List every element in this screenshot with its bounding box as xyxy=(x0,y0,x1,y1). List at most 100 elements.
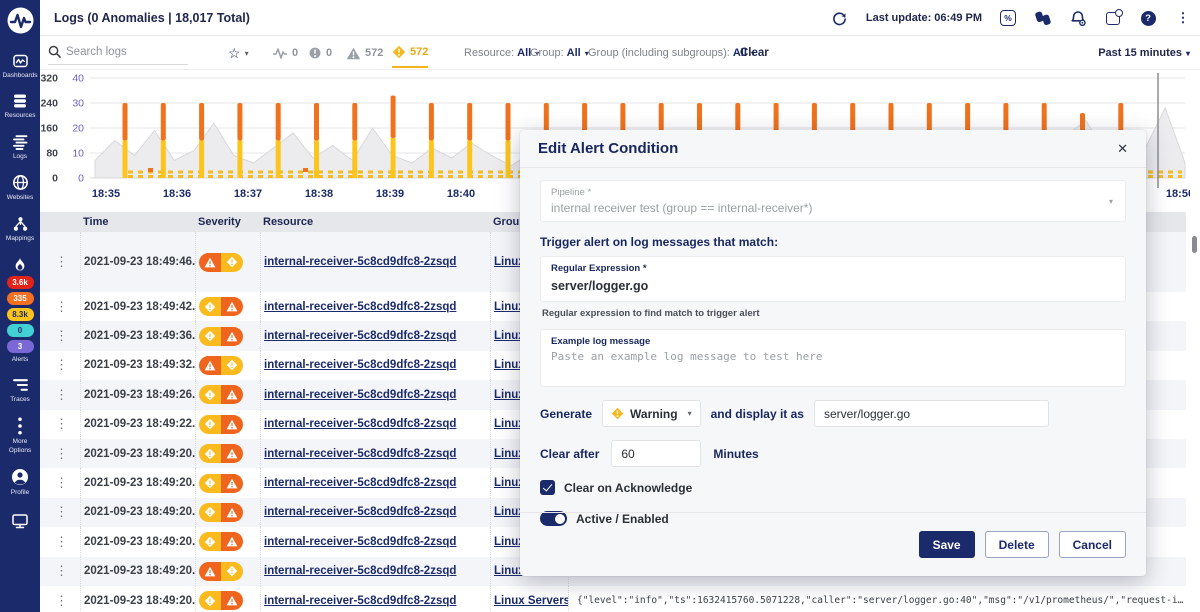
cancel-button[interactable]: Cancel xyxy=(1059,531,1126,558)
log-time: 2021-09-23 18:49:22.706 xyxy=(80,410,195,439)
resource-link[interactable]: internal-receiver-5c8cd9dfc8-2zsqd xyxy=(264,301,456,313)
resource-link[interactable]: internal-receiver-5c8cd9dfc8-2zsqd xyxy=(264,536,456,548)
refresh-icon[interactable] xyxy=(831,9,849,27)
critical-filter[interactable]: 572 xyxy=(346,36,383,70)
websites-icon xyxy=(12,174,29,191)
resource-link[interactable]: internal-receiver-5c8cd9dfc8-2zsqd xyxy=(264,477,456,489)
display-as-input[interactable] xyxy=(814,400,1049,427)
subgroup-filter-dropdown[interactable]: Group (including subgroups): All ▾ xyxy=(588,36,755,70)
alert-badge[interactable]: 3 xyxy=(7,340,34,353)
resource-filter-dropdown[interactable]: Resource: All ▾ xyxy=(464,36,539,70)
svg-text:20: 20 xyxy=(72,123,84,135)
trigger-section-label: Trigger alert on log messages that match… xyxy=(540,235,1126,249)
row-menu-icon[interactable]: ⋮ xyxy=(40,380,80,409)
training-icon[interactable] xyxy=(1034,9,1052,27)
resource-link[interactable]: internal-receiver-5c8cd9dfc8-2zsqd xyxy=(264,448,456,460)
resource-link[interactable]: internal-receiver-5c8cd9dfc8-2zsqd xyxy=(264,389,456,401)
dashboards-icon xyxy=(12,53,29,69)
row-menu-icon[interactable]: ⋮ xyxy=(40,527,80,556)
resource-link[interactable]: internal-receiver-5c8cd9dfc8-2zsqd xyxy=(264,506,456,518)
logicmonitor-logo[interactable] xyxy=(0,0,40,40)
severity-badge xyxy=(195,439,260,468)
alert-badge[interactable]: 8.3k xyxy=(7,308,34,321)
severity-badge xyxy=(195,557,260,586)
group-filter-dropdown[interactable]: Group: All ▾ xyxy=(530,36,589,70)
vertical-scrollbar-thumb[interactable] xyxy=(1192,236,1197,253)
severity-badge xyxy=(195,586,260,612)
row-menu-icon[interactable]: ⋮ xyxy=(40,498,80,527)
groups-link[interactable]: Linux Servers, internal-r... xyxy=(494,595,568,607)
edit-alert-condition-modal: Edit Alert Condition ✕ Pipeline * intern… xyxy=(520,130,1146,576)
sidebar-item-logs[interactable]: Logs xyxy=(0,134,40,161)
svg-text:80: 80 xyxy=(46,148,58,160)
sidebar-item-websites[interactable]: Websites xyxy=(0,174,40,202)
clear-filters-button[interactable]: Clear xyxy=(740,36,769,70)
row-menu-icon[interactable]: ⋮ xyxy=(40,586,80,612)
time-range-dropdown[interactable]: Past 15 minutes ▾ xyxy=(1098,36,1190,70)
save-button[interactable]: Save xyxy=(919,531,975,558)
svg-text:18:36: 18:36 xyxy=(163,188,191,200)
more-menu-icon[interactable]: ⋮ xyxy=(1174,9,1192,27)
help-icon[interactable]: ? xyxy=(1139,9,1157,27)
search-input[interactable] xyxy=(66,46,178,58)
alert-settings-bell-icon[interactable] xyxy=(1069,9,1087,27)
sidebar-item-dashboards[interactable]: Dashboards xyxy=(0,53,40,80)
alert-badge[interactable]: 335 xyxy=(7,292,34,305)
log-time: 2021-09-23 18:49:20.540 xyxy=(80,439,195,468)
open-window-icon[interactable] xyxy=(1104,9,1122,27)
search-box[interactable] xyxy=(48,39,188,65)
delete-button[interactable]: Delete xyxy=(985,531,1049,558)
sidebar-item-traces[interactable]: Traces xyxy=(0,378,40,404)
row-menu-icon[interactable]: ⋮ xyxy=(40,321,80,350)
clear-after-input[interactable] xyxy=(611,440,701,467)
sidebar-item-alerts[interactable]: 3.6k3358.3k03 Alerts xyxy=(0,256,40,364)
alert-badge[interactable]: 0 xyxy=(7,324,34,337)
regex-field[interactable]: Regular Expression * xyxy=(540,256,1126,302)
row-menu-icon[interactable]: ⋮ xyxy=(40,410,80,439)
sidebar-item-more-options[interactable]: More Options xyxy=(0,417,40,455)
resource-link[interactable]: internal-receiver-5c8cd9dfc8-2zsqd xyxy=(264,565,456,577)
sla-calculator-icon[interactable]: % xyxy=(999,9,1017,27)
col-time[interactable]: Time xyxy=(80,212,195,232)
pipeline-select[interactable]: Pipeline * internal receiver test (group… xyxy=(540,180,1126,222)
log-time: 2021-09-23 18:49:26.904 xyxy=(80,380,195,409)
resource-link[interactable]: internal-receiver-5c8cd9dfc8-2zsqd xyxy=(264,418,456,430)
svg-text:18:35: 18:35 xyxy=(92,188,120,200)
warning-filter[interactable]: 572 xyxy=(392,38,428,68)
row-menu-icon[interactable]: ⋮ xyxy=(40,468,80,497)
logo-icon xyxy=(7,7,34,34)
col-severity[interactable]: Severity xyxy=(195,212,260,232)
resource-link[interactable]: internal-receiver-5c8cd9dfc8-2zsqd xyxy=(264,330,456,342)
log-time: 2021-09-23 18:49:20.532 xyxy=(80,498,195,527)
anomaly-filter[interactable]: 0 xyxy=(272,36,298,70)
error-filter[interactable]: 0 xyxy=(308,36,332,70)
resource-link[interactable]: internal-receiver-5c8cd9dfc8-2zsqd xyxy=(264,359,456,371)
clear-on-acknowledge-checkbox[interactable] xyxy=(540,480,555,495)
log-time: 2021-09-23 18:49:42.706 xyxy=(80,292,195,321)
sidebar-item-profile[interactable]: Profile xyxy=(0,468,40,497)
row-menu-icon[interactable]: ⋮ xyxy=(40,557,80,586)
severity-select[interactable]: Warning ▾ xyxy=(602,400,701,427)
row-menu-icon[interactable]: ⋮ xyxy=(40,232,80,292)
example-log-field[interactable]: Example log message xyxy=(540,329,1126,387)
warning-diamond-icon xyxy=(611,407,624,420)
log-time: 2021-09-23 18:49:32.706 xyxy=(80,351,195,380)
sidebar-item-mappings[interactable]: Mappings xyxy=(0,216,40,243)
regex-input[interactable] xyxy=(551,279,1115,293)
row-menu-icon[interactable]: ⋮ xyxy=(40,292,80,321)
logs-icon xyxy=(12,134,29,150)
saved-searches-dropdown[interactable]: ☆▾ xyxy=(228,36,249,70)
resource-link[interactable]: internal-receiver-5c8cd9dfc8-2zsqd xyxy=(264,256,456,268)
traces-icon xyxy=(12,378,29,393)
sidebar-item-resources[interactable]: Resources xyxy=(0,93,40,120)
chevron-down-icon: ▾ xyxy=(688,409,692,418)
example-log-textarea[interactable] xyxy=(551,350,1115,382)
alert-badge[interactable]: 3.6k xyxy=(7,276,34,289)
row-menu-icon[interactable]: ⋮ xyxy=(40,351,80,380)
row-menu-icon[interactable]: ⋮ xyxy=(40,439,80,468)
close-icon[interactable]: ✕ xyxy=(1117,141,1128,157)
col-resource[interactable]: Resource xyxy=(260,212,490,232)
resource-link[interactable]: internal-receiver-5c8cd9dfc8-2zsqd xyxy=(264,595,456,607)
sidebar-item-console[interactable] xyxy=(0,513,40,529)
table-row[interactable]: ⋮2021-09-23 18:49:20.507internal-receive… xyxy=(40,586,1186,612)
